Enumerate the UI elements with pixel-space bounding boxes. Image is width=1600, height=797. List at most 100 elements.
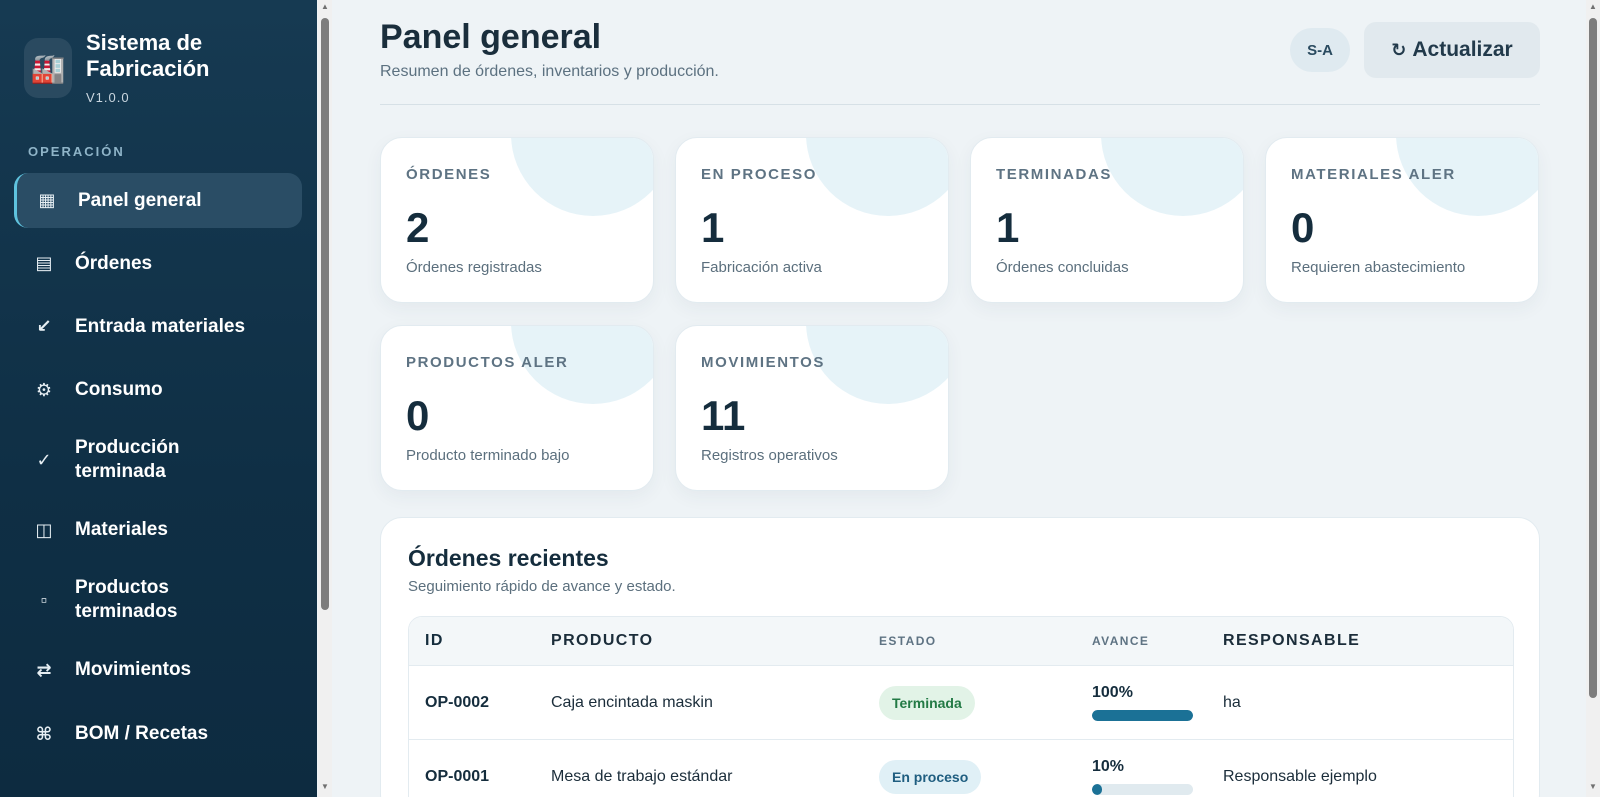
stat-description: Fabricación activa [701,259,822,276]
sidebar-item-productos-terminados[interactable]: ▫ Productos terminados [14,566,302,634]
main-scrollbar[interactable]: ▲ ▼ [1586,0,1600,797]
order-owner: ha [1223,693,1241,711]
stat-description: Órdenes concluidas [996,259,1129,276]
sidebar-item-label: Órdenes [75,252,153,274]
sidebar: 🏭 Sistema de Fabricación V1.0.0 OPERACIÓ… [0,0,317,797]
sidebar-item-label: Productos terminados [75,577,178,622]
column-header-id[interactable]: ID [409,632,551,650]
progress-cell: 100% [1092,684,1223,721]
stat-label: TERMINADAS [996,166,1112,183]
sidebar-item-bom-recetas[interactable]: ⌘ BOM / Recetas [14,706,302,762]
refresh-button[interactable]: ↻ Actualizar [1364,22,1540,78]
progress-bar [1092,710,1193,721]
order-owner: Responsable ejemplo [1223,767,1377,785]
orders-table: ID PRODUCTO ESTADO AVANCE RESPONSABLE OP… [408,616,1514,797]
main-content: Panel general Resumen de órdenes, invent… [332,0,1582,797]
sidebar-item-label: Producción terminada [75,437,180,482]
stat-label: MOVIMIENTOS [701,354,825,371]
column-header-responsable[interactable]: RESPONSABLE [1223,632,1513,650]
refresh-button-label: Actualizar [1412,38,1513,61]
stat-value: 1 [996,204,1020,251]
app-version: V1.0.0 [86,90,130,105]
card-decoration [511,138,653,216]
sidebar-item-materiales[interactable]: ◫ Materiales [14,502,302,558]
progress-label: 100% [1092,684,1133,701]
order-id: OP-0001 [425,767,490,785]
sidebar-item-movimientos[interactable]: ⇄ Movimientos [14,642,302,698]
page-subtitle: Resumen de órdenes, inventarios y produc… [380,63,719,80]
brand: 🏭 Sistema de Fabricación V1.0.0 [24,30,236,105]
sidebar-scroll-thumb[interactable] [321,18,329,610]
refresh-icon: ↻ [1391,39,1407,60]
stat-label: MATERIALES ALER [1291,166,1456,183]
stat-card-materiales-alerta: MATERIALES ALER 0 Requieren abastecimien… [1265,137,1539,303]
stat-value: 0 [1291,204,1315,251]
table-header: ID PRODUCTO ESTADO AVANCE RESPONSABLE [409,617,1513,666]
sidebar-item-consumo[interactable]: ⚙ Consumo [14,362,302,418]
stat-description: Órdenes registradas [406,259,542,276]
column-header-producto[interactable]: PRODUCTO [551,632,879,650]
sidebar-item-label: BOM / Recetas [75,723,209,744]
stat-description: Producto terminado bajo [406,447,570,464]
square-icon: ▫ [40,589,48,610]
stat-value: 0 [406,392,430,439]
sidebar-item-label: Panel general [78,189,202,211]
panel-title: Órdenes recientes [408,545,609,571]
column-header-estado[interactable]: ESTADO [879,634,1092,648]
stat-value: 2 [406,204,430,251]
stat-card-ordenes: ÓRDENES 2 Órdenes registradas [380,137,654,303]
nav-section-label: OPERACIÓN [28,144,125,159]
column-header-avance[interactable]: AVANCE [1092,634,1223,648]
progress-label: 10% [1092,758,1125,775]
sidebar-item-label: Entrada materiales [75,315,246,337]
header-divider [380,104,1540,105]
check-icon: ✓ [36,449,52,470]
stat-description: Registros operativos [701,447,838,464]
sidebar-scrollbar[interactable]: ▲ ▼ [318,0,332,797]
swap-icon: ⇄ [36,659,52,680]
progress-cell: 10% [1092,758,1223,795]
sidebar-item-panel-general[interactable]: ▦ Panel general [14,173,302,228]
stat-label: ÓRDENES [406,166,492,183]
order-product: Caja encintada maskin [551,693,713,711]
progress-fill [1092,710,1193,721]
sidebar-item-label: Materiales [75,519,168,540]
sidebar-item-entrada-materiales[interactable]: ↙ Entrada materiales [14,299,302,354]
status-badge: Terminada [879,685,975,720]
stat-label: PRODUCTOS ALER [406,354,569,371]
order-id: OP-0002 [425,693,490,711]
stat-card-movimientos: MOVIMIENTOS 11 Registros operativos [675,325,949,491]
panel-subtitle: Seguimiento rápido de avance y estado. [408,578,676,595]
sidebar-item-ordenes[interactable]: ▤ Órdenes [14,236,302,291]
scroll-up-icon[interactable]: ▲ [1586,2,1600,11]
progress-bar [1092,784,1193,795]
scroll-down-icon[interactable]: ▼ [318,782,332,791]
page-title: Panel general [380,18,602,56]
stat-card-en-proceso: EN PROCESO 1 Fabricación activa [675,137,949,303]
sidebar-item-label: Consumo [75,379,163,400]
list-icon: ▤ [35,253,53,273]
scroll-down-icon[interactable]: ▼ [1586,782,1600,791]
table-row[interactable]: OP-0002 Caja encintada maskin Terminada … [409,666,1513,740]
sidebar-item-produccion-terminada[interactable]: ✓ Producción terminada [14,426,302,494]
gear-icon: ⚙ [35,379,53,400]
stat-value: 1 [701,204,725,251]
card-decoration [806,326,948,404]
columns-icon: ◫ [35,519,53,540]
dashboard-grid-icon: ▦ [38,190,56,210]
command-icon: ⌘ [35,723,53,744]
table-row[interactable]: OP-0001 Mesa de trabajo estándar En proc… [409,740,1513,797]
sidebar-item-label: Movimientos [75,659,192,680]
scroll-up-icon[interactable]: ▲ [318,2,332,11]
order-product: Mesa de trabajo estándar [551,767,733,785]
arrow-in-icon: ↙ [36,316,52,336]
stat-label: EN PROCESO [701,166,818,183]
stat-card-productos-alerta: PRODUCTOS ALER 0 Producto terminado bajo [380,325,654,491]
factory-icon: 🏭 [24,38,72,98]
progress-fill [1092,784,1103,795]
main-scroll-thumb[interactable] [1589,18,1597,698]
sidebar-nav: ▦ Panel general ▤ Órdenes ↙ Entrada mate… [14,173,302,770]
user-badge[interactable]: S-A [1290,28,1350,72]
status-badge: En proceso [879,759,982,794]
stat-card-terminadas: TERMINADAS 1 Órdenes concluidas [970,137,1244,303]
